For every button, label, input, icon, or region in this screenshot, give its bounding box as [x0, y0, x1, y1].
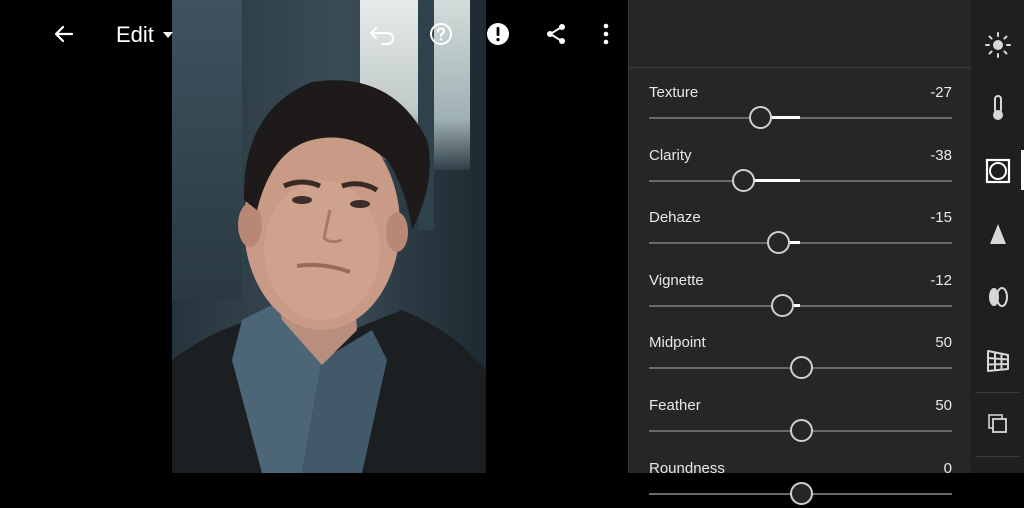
slider-thumb[interactable] — [766, 231, 790, 255]
detail-icon — [989, 224, 1006, 244]
top-toolbar: Edit — [0, 0, 628, 68]
slider-row-roundness: Roundness 0 — [649, 446, 952, 508]
slider-thumb[interactable] — [789, 356, 813, 380]
mode-label: Edit — [116, 22, 154, 47]
mode-dropdown[interactable]: Edit — [116, 20, 174, 50]
slider-track[interactable] — [649, 419, 952, 442]
slider-value[interactable]: -38 — [930, 147, 952, 164]
slider-value[interactable]: 50 — [935, 397, 952, 414]
slider-row-dehaze: Dehaze -15 — [649, 195, 952, 257]
back-button[interactable] — [46, 16, 82, 52]
slider-row-texture: Texture -27 — [649, 70, 952, 132]
slider-thumb[interactable] — [771, 293, 795, 317]
portrait-subject — [172, 80, 486, 473]
slider-value[interactable]: 0 — [944, 460, 952, 477]
photo-canvas[interactable]: Edit — [0, 0, 628, 473]
rail-effects-button[interactable] — [971, 140, 1024, 202]
undo-icon — [370, 27, 394, 45]
slider-label: Clarity — [649, 146, 692, 164]
slider-value[interactable]: -15 — [930, 209, 952, 226]
tool-rail — [971, 0, 1024, 473]
slider-label: Roundness — [649, 459, 725, 477]
help-button[interactable] — [423, 16, 459, 52]
alert-button[interactable] — [480, 16, 516, 52]
versions-icon — [987, 414, 1007, 433]
slider-row-vignette: Vignette -12 — [649, 258, 952, 320]
rail-light-button[interactable] — [971, 14, 1024, 76]
slider-value[interactable]: 50 — [935, 334, 952, 351]
slider-track[interactable] — [649, 293, 952, 317]
more-vertical-icon — [603, 23, 609, 45]
slider-label: Vignette — [649, 271, 704, 289]
alert-icon — [487, 23, 509, 45]
slider-thumb[interactable] — [789, 481, 813, 505]
slider-thumb[interactable] — [731, 168, 755, 192]
slider-track[interactable] — [649, 231, 952, 255]
optics-icon — [988, 287, 1008, 307]
slider-track[interactable] — [649, 356, 952, 380]
caret-down-icon — [162, 32, 173, 38]
rail-versions-button[interactable] — [971, 393, 1024, 455]
slider-thumb[interactable] — [789, 419, 813, 442]
arrow-left-icon — [54, 25, 74, 43]
panel-header — [629, 0, 971, 68]
rail-detail-button[interactable] — [971, 203, 1024, 265]
rail-optics-button[interactable] — [971, 266, 1024, 328]
slider-track[interactable] — [649, 168, 952, 192]
slider-label: Midpoint — [649, 334, 706, 352]
slider-track[interactable] — [649, 481, 952, 505]
rail-color-button[interactable] — [971, 77, 1024, 139]
more-options-button[interactable] — [588, 16, 624, 52]
help-icon — [430, 23, 452, 45]
undo-button[interactable] — [364, 16, 400, 52]
slider-value[interactable]: -12 — [930, 272, 952, 289]
slider-value[interactable]: -27 — [930, 84, 952, 101]
color-icon — [992, 95, 1003, 120]
slider-thumb[interactable] — [748, 106, 772, 129]
slider-label: Texture — [649, 84, 699, 101]
slider-row-feather: Feather 50 — [649, 383, 952, 445]
adjustment-panel: Texture -27 Clarity -38 Dehaze -15 Vignette -12… — [628, 0, 971, 505]
share-button[interactable] — [538, 16, 574, 52]
rail-geometry-button[interactable] — [971, 329, 1024, 391]
slider-label: Feather — [649, 397, 701, 414]
slider-row-clarity: Clarity -38 — [649, 133, 952, 195]
photo-preview[interactable] — [172, 0, 486, 473]
effects-icon — [985, 158, 1010, 184]
geometry-icon — [986, 350, 1009, 372]
slider-row-midpoint: Midpoint 50 — [649, 320, 952, 382]
rail-divider — [975, 456, 1020, 457]
light-icon — [984, 32, 1011, 58]
share-icon — [547, 24, 565, 44]
slider-track[interactable] — [649, 106, 952, 129]
slider-label: Dehaze — [649, 209, 701, 227]
